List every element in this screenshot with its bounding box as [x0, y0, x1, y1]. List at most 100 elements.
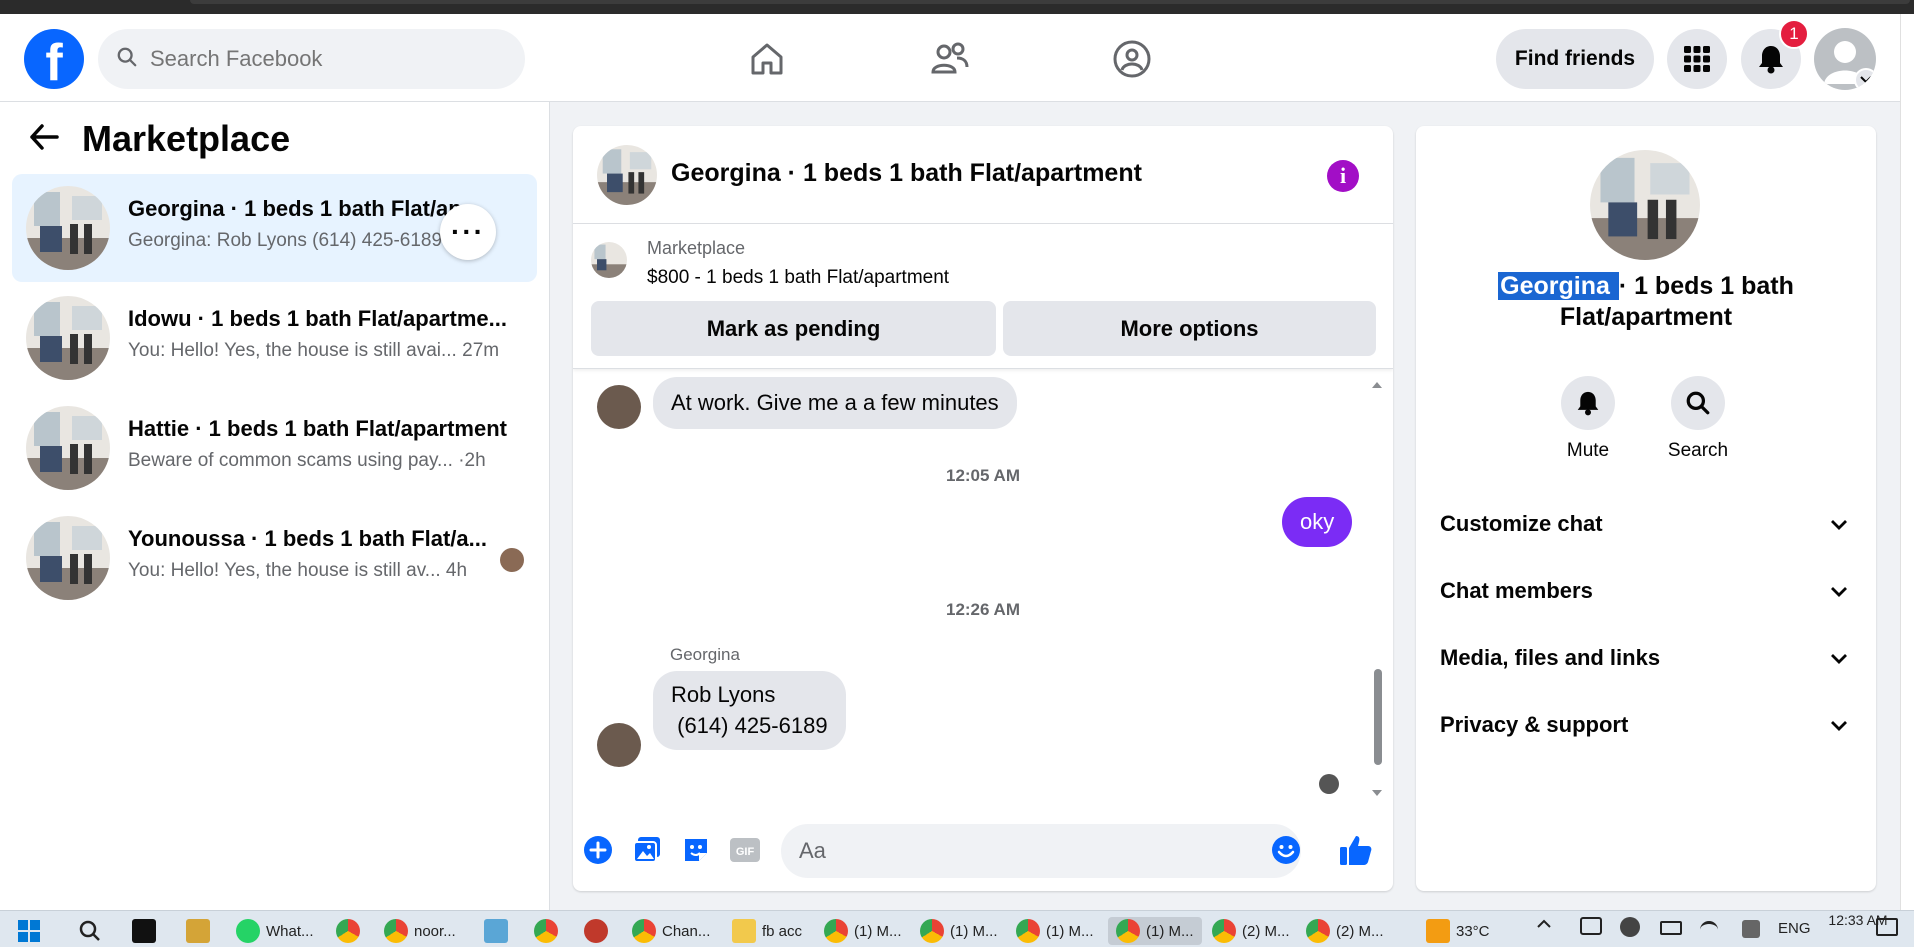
temperature-label: 33°C	[1456, 922, 1490, 940]
taskbar-app-chrome[interactable]: (1) M...	[920, 917, 998, 945]
message-bubble[interactable]: At work. Give me a a few minutes	[653, 377, 1017, 429]
mute-label: Mute	[1566, 440, 1610, 461]
friends-nav-icon[interactable]	[925, 34, 975, 84]
conversation-time: ·2h	[458, 450, 486, 471]
scrollbar-thumb[interactable]	[1374, 669, 1382, 765]
taskbar-app-chrome[interactable]: (2) M...	[1306, 917, 1384, 945]
bell-icon	[1561, 376, 1615, 430]
app-icon[interactable]	[186, 917, 216, 945]
find-friends-button[interactable]: Find friends	[1496, 29, 1654, 89]
home-nav-icon[interactable]	[742, 34, 792, 84]
taskbar-label: What...	[266, 922, 314, 940]
weather-widget[interactable]: 33°C	[1426, 917, 1490, 945]
search-icon	[116, 46, 138, 73]
search-label: Search	[1667, 440, 1729, 461]
facebook-logo[interactable]: f	[24, 29, 84, 89]
taskbar-app-chrome[interactable]: (2) M...	[1212, 917, 1290, 945]
taskbar-search-icon[interactable]	[78, 917, 102, 945]
taskbar-label: (1) M...	[1046, 922, 1094, 940]
section-label: Media, files and links	[1440, 645, 1661, 670]
search-conversation-button[interactable]: Search	[1648, 376, 1748, 462]
browser-scrollbar[interactable]	[1900, 14, 1914, 910]
taskbar-app-chrome[interactable]: Chan...	[632, 917, 710, 945]
taskbar-app-chrome[interactable]: (1) M...	[824, 917, 902, 945]
mute-button[interactable]: Mute	[1538, 376, 1638, 462]
customize-chat-section[interactable]: Customize chat	[1432, 496, 1860, 552]
menu-grid-button[interactable]	[1667, 29, 1727, 89]
photo-icon[interactable]	[630, 833, 664, 867]
message-line: (614) 425-6189	[671, 713, 828, 738]
chevron-up-icon[interactable]	[1536, 917, 1552, 935]
chevron-down-icon	[1830, 645, 1848, 671]
conversation-item[interactable]: Younoussa · 1 beds 1 bath Flat/a... You:…	[12, 504, 537, 612]
taskbar-label: (2) M...	[1336, 922, 1384, 940]
back-arrow-icon[interactable]	[28, 122, 60, 157]
more-options-button[interactable]: ···	[440, 204, 496, 260]
taskbar-app-chrome[interactable]: noor...	[384, 917, 456, 945]
conversation-item[interactable]: Hattie · 1 beds 1 bath Flat/apartment Be…	[12, 394, 537, 502]
listing-source-label: Marketplace	[647, 238, 746, 258]
listing-price[interactable]: $800 - 1 beds 1 bath Flat/apartment	[647, 267, 949, 289]
listing-thumbnail[interactable]	[597, 145, 657, 205]
conversation-item[interactable]: Georgina · 1 beds 1 bath Flat/ap… Georgi…	[12, 174, 537, 282]
sticker-icon[interactable]	[679, 833, 713, 867]
volume-icon[interactable]	[1742, 920, 1760, 938]
chat-window: Georgina · 1 beds 1 bath Flat/apartment …	[573, 126, 1393, 891]
app-icon[interactable]	[584, 917, 614, 945]
like-icon[interactable]	[1339, 833, 1373, 867]
battery-icon[interactable]	[1660, 921, 1682, 935]
sender-avatar[interactable]	[597, 385, 641, 429]
chrome-app-icon[interactable]	[534, 917, 564, 945]
notifications-button[interactable]: 1	[1741, 19, 1809, 89]
search-bar[interactable]	[98, 29, 525, 89]
notification-center-icon[interactable]	[1876, 918, 1898, 936]
app-icon[interactable]	[132, 917, 162, 945]
language-indicator[interactable]: ENG	[1778, 920, 1811, 937]
wifi-icon[interactable]	[1700, 921, 1718, 939]
message-bubble[interactable]: oky	[1282, 497, 1353, 547]
listing-thumbnail[interactable]	[1590, 150, 1700, 260]
conversation-details-panel: Georgina · 1 beds 1 bath Flat/apartment …	[1416, 126, 1876, 891]
media-files-links-section[interactable]: Media, files and links	[1432, 630, 1860, 686]
conversation-name: Idowu · 1 beds 1 bath Flat/apartme...	[128, 306, 507, 331]
chat-title[interactable]: Georgina · 1 beds 1 bath Flat/apartment	[671, 159, 1142, 188]
listing-thumbnail	[26, 406, 110, 490]
taskbar-app-folder[interactable]: fb acc	[732, 917, 802, 945]
info-icon[interactable]: i	[1327, 160, 1359, 192]
read-receipt-avatar	[500, 548, 524, 572]
message-bubble[interactable]: Rob Lyons (614) 425-6189	[653, 671, 846, 750]
listing-thumbnail	[591, 242, 627, 278]
taskbar-app-chrome-active[interactable]: (1) M...	[1108, 917, 1202, 945]
taskbar-app-whatsapp[interactable]: What...	[236, 917, 314, 945]
network-icon[interactable]	[1620, 917, 1640, 937]
conversation-name: Hattie · 1 beds 1 bath Flat/apartment	[128, 416, 507, 441]
conversation-item[interactable]: Idowu · 1 beds 1 bath Flat/apartme... Yo…	[12, 284, 537, 392]
device-icon[interactable]	[1580, 917, 1602, 935]
groups-nav-icon[interactable]	[1107, 34, 1157, 84]
search-input[interactable]	[150, 46, 510, 72]
chevron-down-icon	[1830, 511, 1848, 537]
app-icon[interactable]	[484, 917, 514, 945]
taskbar-label: noor...	[414, 922, 456, 940]
chrome-app-icon[interactable]	[336, 917, 366, 945]
listing-thumbnail	[26, 516, 110, 600]
taskbar-label: (1) M...	[854, 922, 902, 940]
chat-members-section[interactable]: Chat members	[1432, 563, 1860, 619]
message-timestamp: 12:26 AM	[945, 600, 1020, 619]
sender-avatar[interactable]	[597, 723, 641, 767]
message-thread: At work. Give me a a few minutes 12:05 A…	[573, 369, 1393, 809]
plus-icon[interactable]	[581, 833, 615, 867]
more-options-button[interactable]: More options	[1003, 301, 1376, 356]
search-icon	[1671, 376, 1725, 430]
conversation-preview: Beware of common scams using pay... ·2h	[128, 450, 486, 471]
message-input[interactable]	[781, 824, 1301, 878]
taskbar-label: (1) M...	[1146, 922, 1194, 940]
start-button[interactable]	[18, 917, 40, 945]
privacy-support-section[interactable]: Privacy & support	[1432, 697, 1860, 753]
taskbar-app-chrome[interactable]: (1) M...	[1016, 917, 1094, 945]
message-timestamp: 12:05 AM	[945, 466, 1020, 485]
mark-as-pending-button[interactable]: Mark as pending	[591, 301, 996, 356]
emoji-icon[interactable]	[1269, 833, 1303, 867]
account-avatar[interactable]	[1814, 28, 1876, 90]
gif-icon[interactable]: GIF	[728, 833, 762, 867]
